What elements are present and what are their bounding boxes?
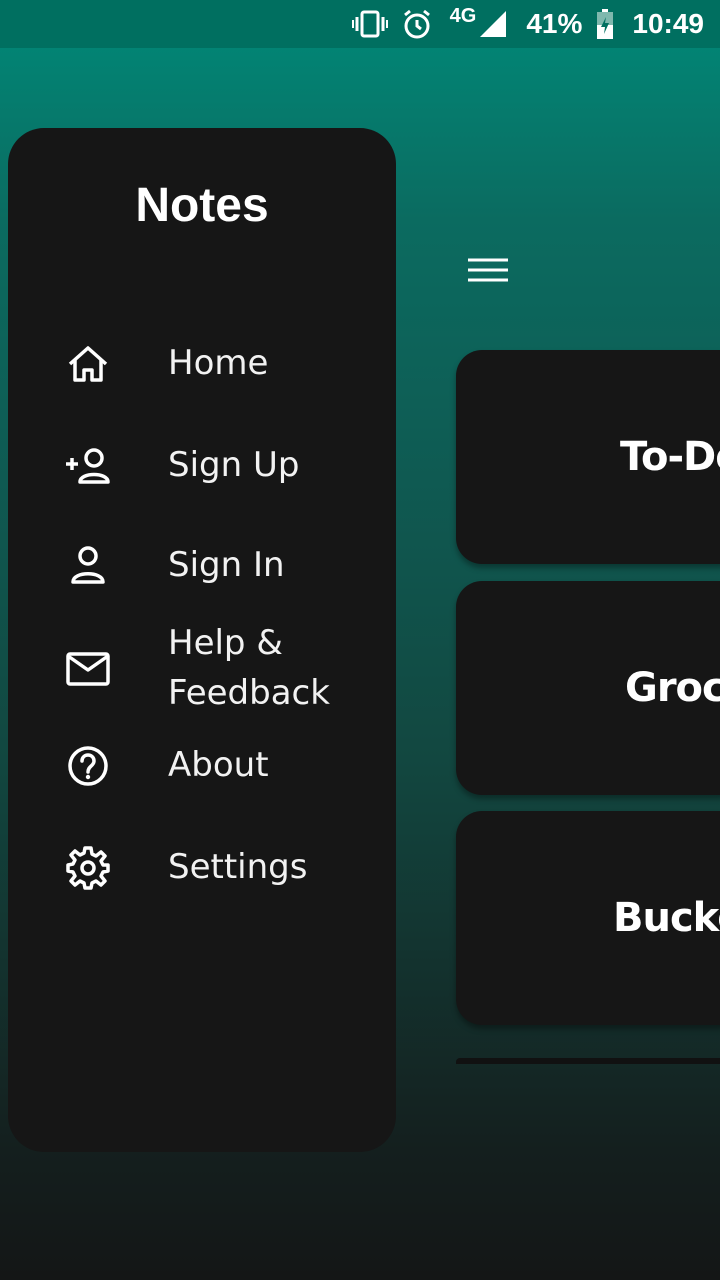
person-icon: [64, 542, 112, 590]
nav-item-label: Home: [168, 343, 269, 383]
nav-item-about[interactable]: About: [0, 716, 388, 816]
hamburger-menu-icon[interactable]: [462, 252, 514, 292]
mail-icon: [64, 644, 112, 692]
alarm-icon: [402, 9, 432, 39]
note-card-title: Bucke: [613, 895, 720, 941]
nav-item-home[interactable]: Home: [0, 314, 388, 414]
note-card-bucket[interactable]: Bucke: [456, 811, 720, 1025]
nav-item-label: Settings: [168, 847, 308, 887]
signal-icon: [480, 11, 507, 37]
nav-item-sign-in[interactable]: Sign In: [0, 516, 388, 616]
vibrate-icon: [351, 10, 388, 38]
drawer-title: Notes: [135, 179, 269, 232]
note-card-todo[interactable]: To-Do: [456, 350, 720, 564]
note-card-title: To-Do: [620, 434, 720, 480]
nav-item-label: About: [168, 745, 269, 785]
nav-item-help-feedback[interactable]: Help & Feedback: [0, 618, 388, 718]
note-card-grocery[interactable]: Groce: [456, 581, 720, 795]
nav-item-label: Sign Up: [168, 445, 300, 485]
note-card-partial: [456, 1058, 720, 1064]
clock: 10:49: [632, 8, 704, 39]
status-bar: 4G 41% 10:49: [0, 0, 720, 48]
nav-item-label: Sign In: [168, 545, 285, 585]
note-card-title: Groce: [625, 665, 720, 711]
help-circle-icon: [64, 742, 112, 790]
home-icon: [64, 340, 112, 388]
nav-item-settings[interactable]: Settings: [0, 818, 388, 918]
nav-item-sign-up[interactable]: Sign Up: [0, 416, 388, 516]
battery-percent: 41%: [526, 8, 583, 39]
person-add-icon: [64, 442, 112, 490]
battery-icon: [596, 9, 614, 39]
network-type: 4G: [449, 4, 477, 27]
gear-icon: [64, 844, 112, 892]
nav-item-label: Help & Feedback: [168, 623, 330, 713]
